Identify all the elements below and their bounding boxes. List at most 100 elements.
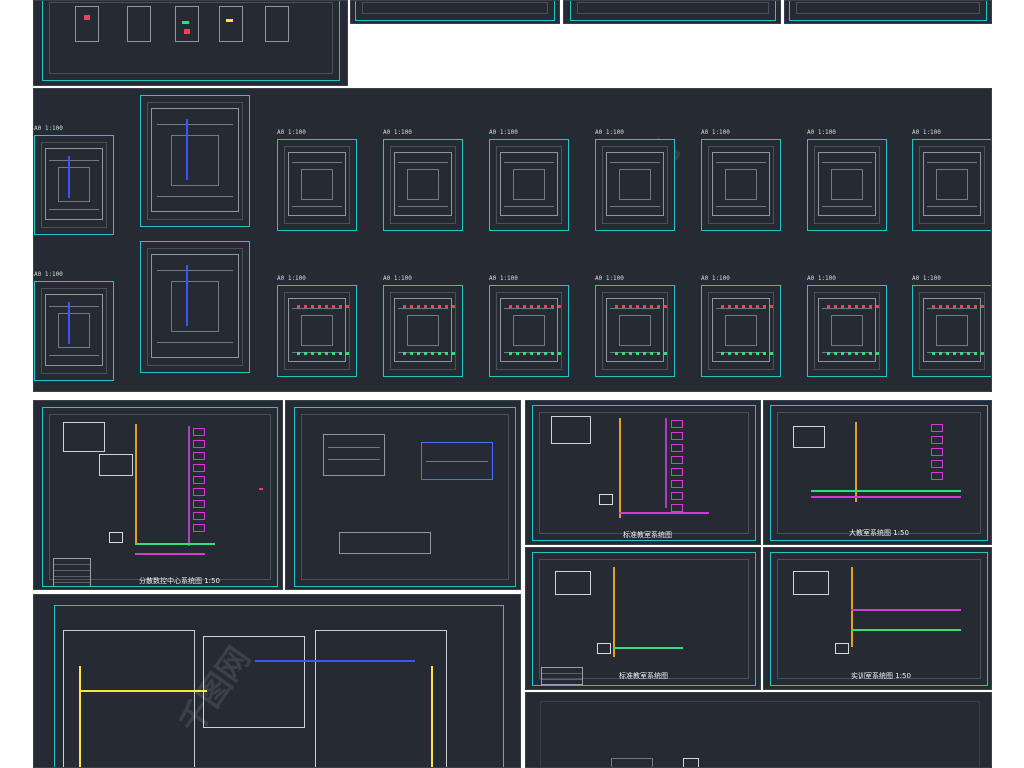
sheet-frame (577, 2, 769, 14)
diagram-title: 标准教室系统图 (623, 531, 672, 539)
drawing-panel-top-3 (563, 0, 781, 24)
system-diagram-sheet-5: 标准教室系统图 (532, 552, 756, 686)
top-sheet-4 (789, 1, 987, 21)
floor-plan-panel: 千图网 A0 1:100A0 1:100A0 1:100A0 1:100A0 1… (33, 88, 992, 392)
backbone-line (431, 666, 433, 767)
floor-plan-drawing (923, 152, 981, 216)
scale-label: A0 1:100 (383, 129, 412, 136)
floor-plan-drawing (45, 294, 103, 366)
diagram-title: 标准教室系统图 (619, 672, 668, 680)
floor-plan-sheet (140, 95, 250, 227)
floor-plan-drawing (923, 298, 984, 362)
elevation-drawing (175, 6, 199, 42)
floor-plan-sheet (383, 139, 463, 231)
scale-label: A0 1:100 (489, 275, 518, 282)
system-diagram-sheet-6: 实训室系统图 1:50 (770, 552, 988, 686)
backbone-line (255, 660, 415, 662)
device-stack (931, 424, 943, 484)
system-diagram-sheet-1: 分散数控中心系统图 1:50 (42, 407, 278, 587)
drawing-panel-top-4 (784, 0, 992, 24)
left-column-table (63, 630, 195, 767)
system-diagram-panel-6: 实训室系统图 1:50 (763, 547, 992, 690)
elevation-drawing (265, 6, 289, 42)
floor-plan-sheet (807, 139, 887, 231)
equipment-block (555, 571, 591, 595)
system-diagram-panel-5: 标准教室系统图 (525, 547, 761, 690)
scale-label: A0 1:100 (701, 275, 730, 282)
computer-icon (835, 643, 849, 654)
scale-label: A0 1:100 (34, 125, 63, 132)
floor-plan-drawing (500, 298, 561, 362)
floor-plan-sheet (140, 241, 250, 373)
bottom-right-sheet (540, 701, 980, 767)
scale-label: A0 1:100 (595, 275, 624, 282)
floor-plan-sheet (807, 285, 887, 377)
floor-plan-sheet (595, 139, 675, 231)
floor-plan-drawing (606, 152, 664, 216)
scale-label: A0 1:100 (383, 275, 412, 282)
floor-plan-drawing (151, 254, 239, 358)
title-mark (259, 488, 263, 490)
floor-plan-drawing (288, 298, 349, 362)
diagram-title: 大教室系统图 1:50 (849, 529, 909, 537)
floor-plan-sheet (595, 285, 675, 377)
signal-bus (665, 418, 667, 508)
equipment-block (793, 571, 829, 595)
signal-line (811, 490, 961, 492)
computer-icon (599, 494, 613, 505)
system-diagram-panel-1: 分散数控中心系统图 1:50 (33, 400, 283, 590)
system-table-sheet: 千图网 (54, 605, 504, 767)
sheet-frame (362, 2, 548, 14)
signal-line (613, 647, 683, 649)
computer-icon (597, 643, 611, 654)
bottom-right-panel (525, 692, 992, 768)
equipment-block (793, 426, 825, 448)
signal-bus (135, 424, 137, 544)
scale-label: A0 1:100 (34, 271, 63, 278)
sheet-frame (796, 2, 980, 14)
top-sheet-2 (355, 1, 555, 21)
signal-line (135, 553, 205, 555)
room-layout (339, 532, 431, 554)
drawing-panel-elevations (33, 0, 348, 86)
top-sheet-3 (570, 1, 776, 21)
floor-plan-drawing (818, 152, 876, 216)
scale-label: A0 1:100 (277, 275, 306, 282)
floor-plan-drawing (45, 148, 103, 220)
top-sheet-strip (0, 0, 1024, 88)
floor-plan-sheet (701, 139, 781, 231)
floor-plan-drawing (394, 152, 452, 216)
elevation-sheet (42, 1, 340, 81)
floor-plan-drawing (818, 298, 879, 362)
room-layout (421, 442, 493, 480)
system-diagram-sheet-4: 大教室系统图 1:50 (770, 405, 988, 541)
signal-line (851, 609, 961, 611)
room-layout (323, 434, 385, 476)
scale-label: A0 1:100 (489, 129, 518, 136)
scale-label: A0 1:100 (912, 129, 941, 136)
scale-label: A0 1:100 (595, 129, 624, 136)
drawing-panel-top-2 (350, 0, 560, 24)
floor-plan-sheet (701, 285, 781, 377)
floor-plan-sheet (34, 135, 114, 235)
floor-plan-sheet (489, 139, 569, 231)
signal-line (811, 496, 961, 498)
system-diagram-panel-2 (285, 400, 521, 590)
signal-bus (188, 426, 190, 546)
signal-bus (613, 567, 615, 657)
legend-table (53, 558, 91, 586)
computer-icon (109, 532, 123, 543)
legend-table (541, 667, 583, 685)
signal-line (851, 629, 961, 631)
floor-plan-drawing (712, 152, 770, 216)
equipment-block (611, 758, 653, 767)
equipment-block (683, 758, 699, 767)
floor-plan-drawing (394, 298, 455, 362)
diagram-title: 分散数控中心系统图 1:50 (139, 577, 220, 585)
floor-plan-sheet (383, 285, 463, 377)
backbone-line (79, 666, 81, 767)
equipment-block (99, 454, 133, 476)
elevation-drawing (75, 6, 99, 42)
floor-plan-sheet (912, 285, 991, 377)
scale-label: A0 1:100 (807, 129, 836, 136)
